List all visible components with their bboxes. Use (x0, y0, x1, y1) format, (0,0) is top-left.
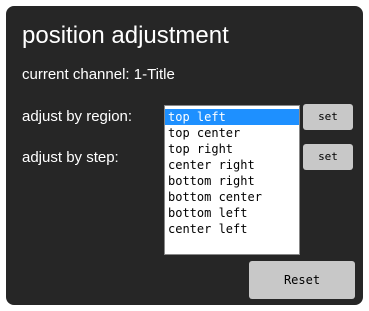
adjust-by-region-label: adjust by region: (22, 108, 133, 125)
region-select-dropdown[interactable]: top left top center top right center rig… (164, 105, 300, 255)
region-option-center-left[interactable]: center left (165, 221, 299, 237)
current-channel-text: current channel: 1-Title (22, 66, 175, 83)
adjust-by-step-label: adjust by step: (22, 149, 119, 166)
panel-title: position adjustment (22, 22, 229, 49)
region-option-bottom-right[interactable]: bottom right (165, 173, 299, 189)
region-option-bottom-center[interactable]: bottom center (165, 189, 299, 205)
region-option-bottom-left[interactable]: bottom left (165, 205, 299, 221)
set-region-button[interactable]: set (303, 104, 353, 130)
region-option-center-right[interactable]: center right (165, 157, 299, 173)
set-step-button[interactable]: set (303, 144, 353, 170)
region-option-top-right[interactable]: top right (165, 141, 299, 157)
region-option-top-center[interactable]: top center (165, 125, 299, 141)
reset-button[interactable]: Reset (249, 261, 355, 299)
position-adjustment-panel: position adjustment current channel: 1-T… (6, 6, 363, 305)
region-option-top-left[interactable]: top left (165, 109, 299, 125)
